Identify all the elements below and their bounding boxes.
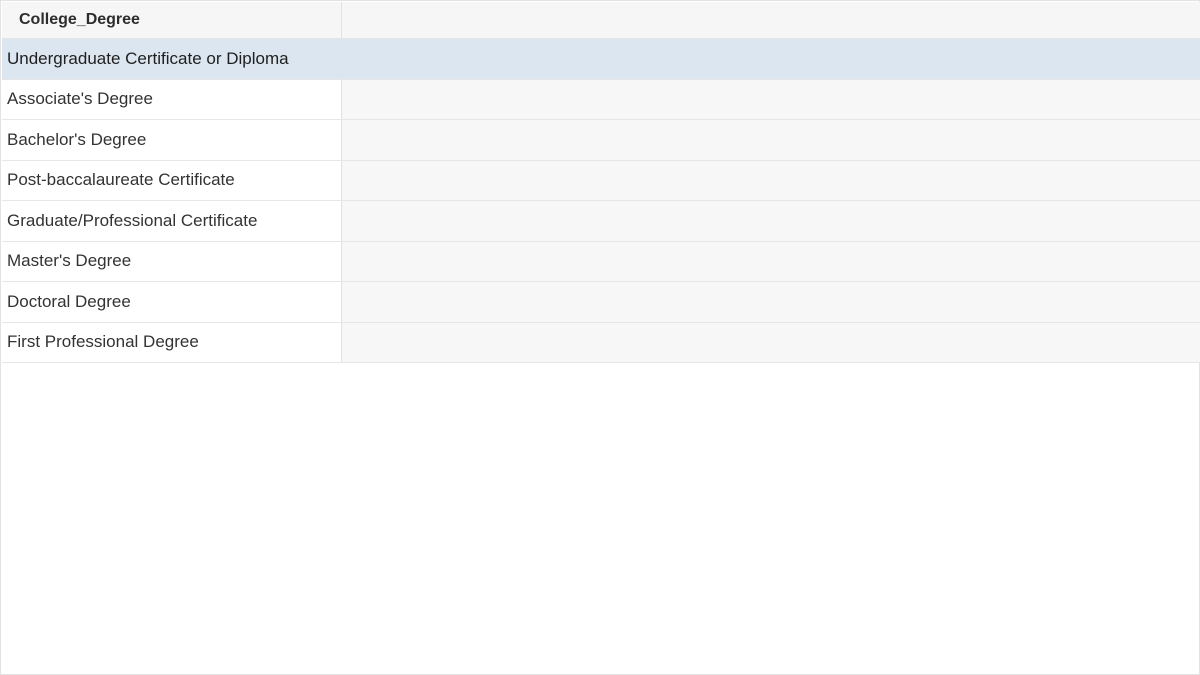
table-row[interactable]: Post-baccalaureate Certificate — [2, 160, 1200, 201]
table-row[interactable]: Master's Degree — [2, 241, 1200, 282]
table-row[interactable]: Bachelor's Degree — [2, 120, 1200, 161]
row-empty-cell[interactable] — [342, 161, 1200, 201]
table-row[interactable]: Doctoral Degree — [2, 282, 1200, 323]
row-label[interactable]: First Professional Degree — [2, 322, 342, 362]
row-empty-cell[interactable] — [342, 323, 1200, 363]
table-row[interactable]: Graduate/Professional Certificate — [2, 201, 1200, 242]
row-label[interactable]: Post-baccalaureate Certificate — [2, 160, 342, 200]
table-header-row: College_Degree — [2, 2, 1200, 39]
row-label[interactable]: Undergraduate Certificate or Diploma — [2, 39, 342, 79]
data-table-panel: College_Degree Undergraduate Certificate… — [0, 0, 1200, 675]
row-empty-cell[interactable] — [342, 242, 1200, 282]
column-header-college-degree[interactable]: College_Degree — [2, 2, 342, 38]
row-empty-cell[interactable] — [342, 39, 1200, 79]
table-row[interactable]: Associate's Degree — [2, 79, 1200, 120]
row-label[interactable]: Graduate/Professional Certificate — [2, 201, 342, 241]
row-empty-cell[interactable] — [342, 201, 1200, 241]
row-label[interactable]: Master's Degree — [2, 241, 342, 281]
row-empty-cell[interactable] — [342, 80, 1200, 120]
row-empty-cell[interactable] — [342, 282, 1200, 322]
data-grid: College_Degree Undergraduate Certificate… — [2, 2, 1200, 363]
header-empty-cell — [342, 2, 1200, 38]
row-label[interactable]: Bachelor's Degree — [2, 120, 342, 160]
row-empty-cell[interactable] — [342, 120, 1200, 160]
table-row[interactable]: Undergraduate Certificate or Diploma — [2, 39, 1200, 80]
table-row[interactable]: First Professional Degree — [2, 322, 1200, 363]
row-label[interactable]: Associate's Degree — [2, 79, 342, 119]
row-label[interactable]: Doctoral Degree — [2, 282, 342, 322]
